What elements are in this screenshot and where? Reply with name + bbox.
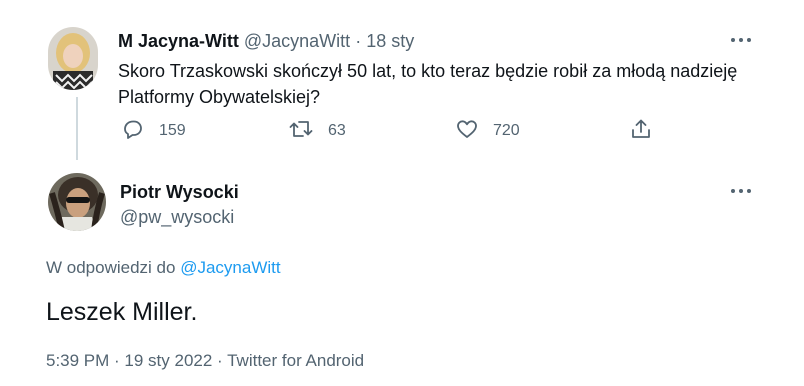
replying-to-line: W odpowiedzi do @JacynaWitt [46, 257, 281, 279]
reply-tweet-text: Leszek Miller. [46, 298, 198, 326]
like-count: 720 [493, 122, 520, 139]
like-button[interactable]: 720 [455, 118, 520, 144]
more-icon [731, 189, 735, 193]
replying-to-label: W odpowiedzi do [46, 258, 176, 277]
reply-author-handle[interactable]: @pw_wysocki [120, 206, 234, 228]
reply-author-name[interactable]: Piotr Wysocki [120, 181, 239, 203]
retweet-icon [288, 117, 314, 146]
avatar-piotr-wysocki[interactable] [48, 173, 106, 231]
header-separator: · [355, 31, 362, 51]
share-icon [629, 117, 653, 146]
parent-more-button[interactable] [731, 36, 753, 44]
parent-tweet-text: Skoro Trzaskowski skończył 50 lat, to kt… [118, 61, 738, 107]
more-icon [731, 38, 735, 42]
reply-count: 159 [159, 122, 186, 139]
parent-author-name[interactable]: M Jacyna-Witt [118, 31, 239, 51]
parent-tweet-date[interactable]: 18 sty [366, 31, 414, 51]
reply-button[interactable]: 159 [121, 118, 186, 144]
replying-to-mention[interactable]: @JacynaWitt [180, 258, 280, 277]
thread-line [76, 97, 78, 160]
avatar-jacyna-witt[interactable] [48, 27, 98, 90]
heart-icon [455, 117, 479, 146]
share-button[interactable] [629, 118, 653, 144]
reply-timestamp[interactable]: 5:39 PM · 19 sty 2022 · Twitter for Andr… [46, 350, 364, 372]
retweet-count: 63 [328, 122, 346, 139]
parent-tweet-header: M Jacyna-Witt @JacynaWitt · 18 sty [118, 30, 414, 52]
retweet-button[interactable]: 63 [288, 118, 346, 144]
reply-more-button[interactable] [731, 187, 753, 195]
parent-author-handle[interactable]: @JacynaWitt [244, 31, 350, 51]
reply-icon [121, 117, 145, 146]
